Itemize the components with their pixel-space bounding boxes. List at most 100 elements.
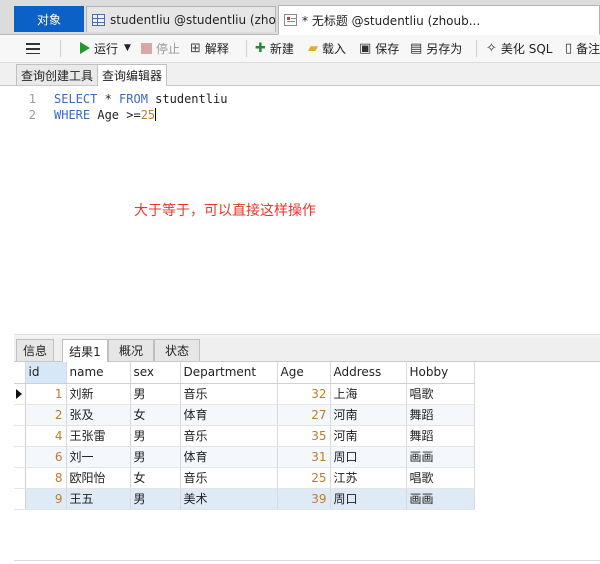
tab-info[interactable]: 信息 <box>16 339 54 361</box>
cell-sex[interactable]: 男 <box>130 446 181 468</box>
cell-sex[interactable]: 女 <box>130 404 181 426</box>
cell-department[interactable]: 音乐 <box>180 425 278 447</box>
cell-id[interactable]: 6 <box>25 446 67 468</box>
cell-age[interactable]: 27 <box>277 404 331 426</box>
cell-id[interactable]: 4 <box>25 425 67 447</box>
toolbar-divider <box>246 40 247 57</box>
save-as-icon: ▤ <box>410 40 423 56</box>
cell-sex[interactable]: 男 <box>130 425 181 447</box>
line-number: 2 <box>28 108 36 122</box>
beautify-sql-button[interactable]: ✧ 美化 SQL <box>486 38 552 58</box>
play-icon <box>80 42 90 54</box>
save-label: 保存 <box>375 41 400 56</box>
cell-address[interactable]: 河南 <box>330 404 407 426</box>
table-row[interactable]: 4 王张雷 男 音乐 35 河南 舞蹈 <box>14 425 475 447</box>
cell-department[interactable]: 体育 <box>180 404 278 426</box>
row-indicator <box>14 383 26 405</box>
cell-department[interactable]: 美术 <box>180 488 278 510</box>
run-button[interactable]: 运行 ▼ <box>80 38 131 58</box>
cell-department[interactable]: 音乐 <box>180 383 278 405</box>
column-header-name[interactable]: name <box>66 362 131 384</box>
folder-icon: ▰ <box>308 40 318 56</box>
cell-age[interactable]: 32 <box>277 383 331 405</box>
cell-age[interactable]: 25 <box>277 467 331 489</box>
cell-hobby[interactable]: 唱歌 <box>406 467 475 489</box>
cell-hobby[interactable]: 舞蹈 <box>406 404 475 426</box>
tab-table-label: studentliu @studentliu (zho... <box>110 12 276 27</box>
cell-age[interactable]: 35 <box>277 425 331 447</box>
cell-name[interactable]: 刘一 <box>66 446 131 468</box>
cell-address[interactable]: 河南 <box>330 425 407 447</box>
result-grid[interactable]: id name sex Department Age Address Hobby… <box>14 362 600 564</box>
column-header-age[interactable]: Age <box>277 362 331 384</box>
new-button[interactable]: ✚ 新建 <box>255 38 294 58</box>
cell-hobby[interactable]: 舞蹈 <box>406 425 475 447</box>
cell-department[interactable]: 体育 <box>180 446 278 468</box>
cell-sex[interactable]: 男 <box>130 383 181 405</box>
cell-address[interactable]: 上海 <box>330 383 407 405</box>
beautify-label: 美化 SQL <box>500 41 553 56</box>
column-header-department[interactable]: Department <box>180 362 278 384</box>
hamburger-icon <box>26 42 40 54</box>
row-indicator <box>14 425 26 447</box>
save-as-label: 另存为 <box>426 41 463 56</box>
cell-id[interactable]: 8 <box>25 467 67 489</box>
table-icon <box>92 13 105 26</box>
tab-table-studentliu[interactable]: studentliu @studentliu (zho... <box>86 6 276 32</box>
table-row[interactable]: 9 王五 男 美术 39 周口 画画 <box>14 488 475 510</box>
tab-result1[interactable]: 结果1 <box>62 339 108 362</box>
tab-query-untitled[interactable]: * 无标题 @studentliu (zhoub... <box>278 5 600 35</box>
column-header-address[interactable]: Address <box>330 362 407 384</box>
tab-objects[interactable]: 对象 <box>14 6 84 32</box>
cell-age[interactable]: 31 <box>277 446 331 468</box>
code-table-name: studentliu <box>147 92 228 106</box>
code-line: 2 WHERE Age >=25 <box>14 107 157 123</box>
column-header-sex[interactable]: sex <box>130 362 181 384</box>
cell-address[interactable]: 周口 <box>330 446 407 468</box>
chevron-down-icon[interactable]: ▼ <box>124 43 131 53</box>
column-header-id[interactable]: id <box>25 362 67 384</box>
tab-result1-label: 结果1 <box>69 344 101 359</box>
explain-button[interactable]: ⊞ 解释 <box>190 38 229 58</box>
menu-button[interactable] <box>26 38 44 58</box>
current-row-marker-icon <box>16 388 22 399</box>
query-icon <box>284 14 297 26</box>
cell-name[interactable]: 刘新 <box>66 383 131 405</box>
cell-name[interactable]: 欧阳怡 <box>66 467 131 489</box>
cell-hobby[interactable]: 唱歌 <box>406 383 475 405</box>
table-row[interactable]: 8 欧阳怡 女 音乐 25 江苏 唱歌 <box>14 467 475 489</box>
tab-overview[interactable]: 概况 <box>108 339 154 361</box>
backup-button[interactable]: ▯ 备注 <box>565 38 600 58</box>
cell-sex[interactable]: 女 <box>130 467 181 489</box>
cell-address[interactable]: 周口 <box>330 488 407 510</box>
cell-address[interactable]: 江苏 <box>330 467 407 489</box>
save-as-button[interactable]: ▤ 另存为 <box>410 38 462 58</box>
column-header-hobby[interactable]: Hobby <box>406 362 475 384</box>
cell-hobby[interactable]: 画画 <box>406 446 475 468</box>
cell-department[interactable]: 音乐 <box>180 467 278 489</box>
new-query-icon: ✚ <box>255 40 266 56</box>
cell-id[interactable]: 2 <box>25 404 67 426</box>
stop-button[interactable]: 停止 <box>141 38 180 58</box>
tab-query-builder[interactable]: 查询创建工具 <box>16 64 99 85</box>
cell-hobby[interactable]: 画画 <box>406 488 475 510</box>
tab-query-builder-label: 查询创建工具 <box>21 68 94 83</box>
magic-wand-icon: ✧ <box>486 40 497 56</box>
table-row[interactable]: 1 刘新 男 音乐 32 上海 唱歌 <box>14 383 475 405</box>
cell-sex[interactable]: 男 <box>130 488 181 510</box>
tab-status[interactable]: 状态 <box>154 339 200 361</box>
cell-id[interactable]: 1 <box>25 383 67 405</box>
cell-name[interactable]: 王五 <box>66 488 131 510</box>
cell-id[interactable]: 9 <box>25 488 67 510</box>
code-line: 1 SELECT * FROM studentliu <box>14 91 228 107</box>
tab-query-editor[interactable]: 查询编辑器 <box>97 64 168 86</box>
cell-age[interactable]: 39 <box>277 488 331 510</box>
load-button[interactable]: ▰ 载入 <box>308 38 346 58</box>
toolbar-divider <box>60 40 61 57</box>
table-row[interactable]: 6 刘一 男 体育 31 周口 画画 <box>14 446 475 468</box>
annotation-text: 大于等于，可以直接这样操作 <box>134 203 316 219</box>
cell-name[interactable]: 张及 <box>66 404 131 426</box>
table-row[interactable]: 2 张及 女 体育 27 河南 舞蹈 <box>14 404 475 426</box>
cell-name[interactable]: 王张雷 <box>66 425 131 447</box>
save-button[interactable]: ▣ 保存 <box>359 38 399 58</box>
